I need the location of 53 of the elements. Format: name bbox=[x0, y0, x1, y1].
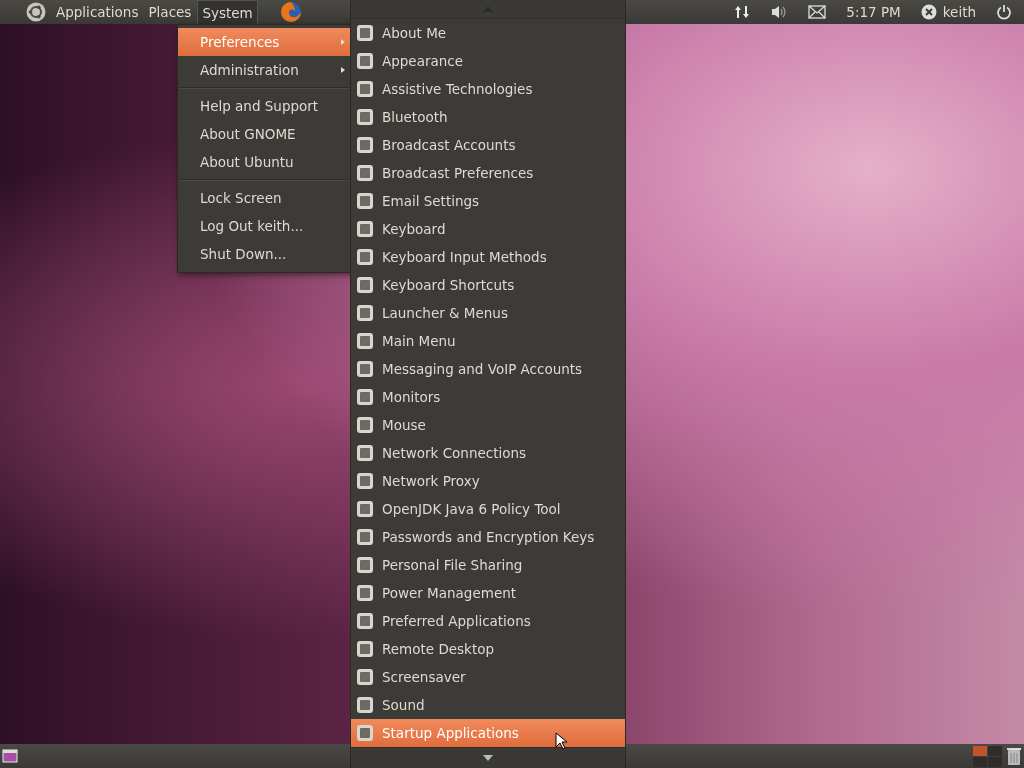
envelope-icon[interactable] bbox=[808, 5, 827, 19]
menu-item[interactable]: Launcher & Menus bbox=[351, 299, 625, 327]
menu-item[interactable]: Log Out keith... bbox=[178, 212, 351, 240]
show-desktop-icon[interactable] bbox=[2, 748, 18, 764]
menu-item[interactable]: Keyboard Input Methods bbox=[351, 243, 625, 271]
menu-item[interactable]: Mouse bbox=[351, 411, 625, 439]
menu-item[interactable]: Keyboard bbox=[351, 215, 625, 243]
user-name[interactable]: keith bbox=[942, 4, 976, 20]
menu-item[interactable]: Passwords and Encryption Keys bbox=[351, 523, 625, 551]
menu-item[interactable]: Email Settings bbox=[351, 187, 625, 215]
menu-item[interactable]: Remote Desktop bbox=[351, 635, 625, 663]
menu-item[interactable]: Administration bbox=[178, 56, 351, 84]
menu-item[interactable]: Keyboard Shortcuts bbox=[351, 271, 625, 299]
menu-item[interactable]: Preferred Applications bbox=[351, 607, 625, 635]
menu-item[interactable]: Assistive Technologies bbox=[351, 75, 625, 103]
workspace-switcher-cell[interactable] bbox=[973, 756, 987, 767]
power-icon[interactable] bbox=[996, 4, 1012, 20]
menu-item[interactable]: Lock Screen bbox=[178, 184, 351, 212]
menu-item[interactable]: Power Management bbox=[351, 579, 625, 607]
browser-globe-icon[interactable] bbox=[279, 1, 302, 23]
panel-menu[interactable]: System bbox=[197, 0, 258, 24]
menu-item[interactable]: Broadcast Preferences bbox=[351, 159, 625, 187]
workspace-switcher-cell[interactable] bbox=[988, 745, 1002, 756]
menu-item[interactable]: About GNOME bbox=[178, 120, 351, 148]
trash-icon[interactable] bbox=[1006, 746, 1022, 766]
menu-item[interactable]: Screensaver bbox=[351, 663, 625, 691]
submenu-arrow-icon bbox=[341, 39, 345, 45]
workspace-switcher-cell[interactable] bbox=[973, 745, 987, 756]
menu-item[interactable]: Broadcast Accounts bbox=[351, 131, 625, 159]
menu-item[interactable]: Messaging and VoIP Accounts bbox=[351, 355, 625, 383]
volume-icon[interactable] bbox=[770, 4, 789, 20]
menu-item[interactable]: Monitors bbox=[351, 383, 625, 411]
panel-menu[interactable]: Applications bbox=[52, 0, 143, 24]
menu-item[interactable]: Network Proxy bbox=[351, 467, 625, 495]
menu-item[interactable]: About Me bbox=[351, 19, 625, 47]
clock[interactable]: 5:17 PM bbox=[846, 4, 901, 20]
menu-item[interactable]: Shut Down... bbox=[178, 240, 351, 268]
status-offline-icon[interactable] bbox=[920, 4, 937, 20]
menu-item[interactable]: Sound bbox=[351, 691, 625, 719]
mouse-pointer-icon bbox=[555, 732, 567, 750]
network-arrows-icon[interactable] bbox=[734, 4, 751, 20]
submenu-arrow-icon bbox=[341, 67, 345, 73]
menu-item[interactable]: Main Menu bbox=[351, 327, 625, 355]
menu-item[interactable]: Help and Support bbox=[178, 92, 351, 120]
menu-item[interactable]: Network Connections bbox=[351, 439, 625, 467]
menu-item[interactable]: Appearance bbox=[351, 47, 625, 75]
menu-item[interactable]: Bluetooth bbox=[351, 103, 625, 131]
scroll-down-arrow-icon[interactable] bbox=[483, 755, 493, 761]
menu-item[interactable]: OpenJDK Java 6 Policy Tool bbox=[351, 495, 625, 523]
panel-menu[interactable]: Places bbox=[144, 0, 196, 24]
menu-item[interactable]: About Ubuntu bbox=[178, 148, 351, 176]
workspace-switcher-cell[interactable] bbox=[988, 756, 1002, 767]
menu-item[interactable]: Personal File Sharing bbox=[351, 551, 625, 579]
